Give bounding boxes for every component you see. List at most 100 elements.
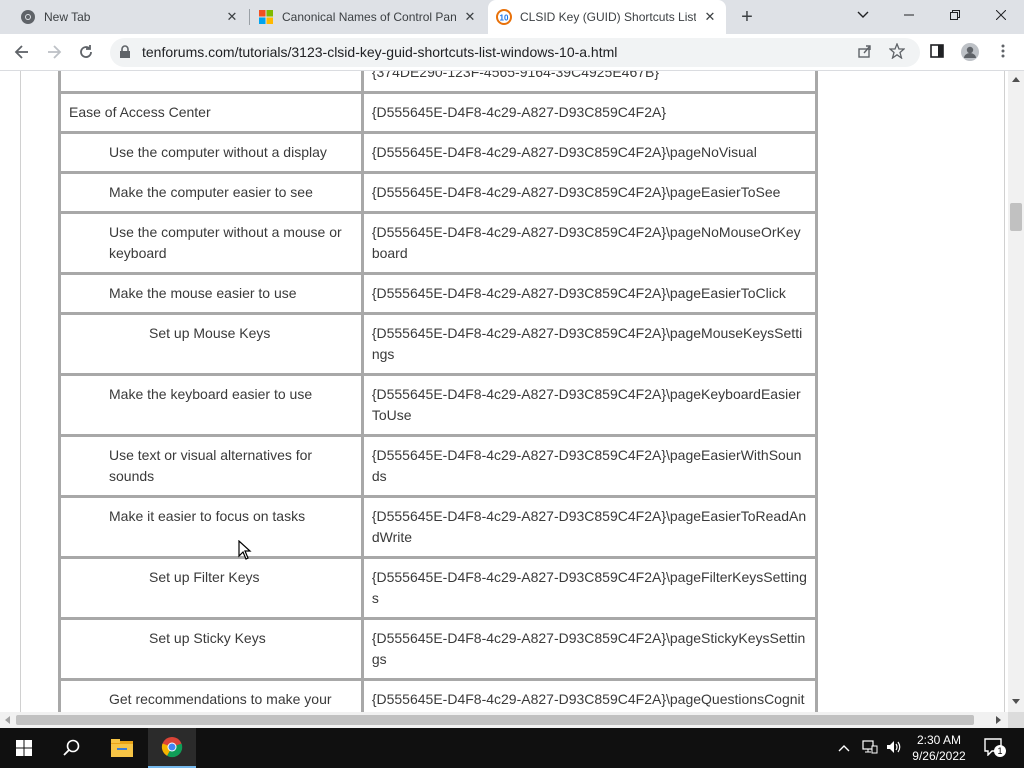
lock-icon[interactable] — [118, 45, 132, 59]
table-row: {374DE290-123F-4565-9164-39C4925E467B} — [58, 71, 819, 94]
mouse-cursor-icon — [238, 540, 252, 560]
table-cell-name: Make it easier to focus on tasks — [58, 495, 364, 559]
horizontal-scrollbar[interactable] — [0, 712, 1008, 728]
scroll-down-arrow-icon[interactable] — [1012, 699, 1020, 704]
page-border-right — [1004, 71, 1005, 712]
table-row: Make it easier to focus on tasks {D55564… — [58, 495, 819, 559]
table-cell-key: {D555645E-D4F8-4c29-A827-D93C859C4F2A}\p… — [360, 495, 819, 559]
folder-icon — [111, 739, 133, 757]
table-row: Get recommendations to make your compute… — [58, 678, 819, 712]
table-row: Make the keyboard easier to use {D555645… — [58, 373, 819, 437]
close-window-button[interactable] — [978, 0, 1024, 30]
tab-clsid-key[interactable]: 10 CLSID Key (GUID) Shortcuts List f ✕ — [488, 0, 726, 34]
clock-date: 9/26/2022 — [912, 749, 966, 763]
table-cell-key: {374DE290-123F-4565-9164-39C4925E467B} — [360, 71, 819, 94]
search-icon — [63, 739, 80, 756]
reload-button[interactable] — [72, 38, 100, 66]
minimize-button[interactable] — [886, 0, 932, 30]
table-row: Set up Sticky Keys {D555645E-D4F8-4c29-A… — [58, 617, 819, 681]
tab-new-tab[interactable]: New Tab ✕ — [12, 0, 248, 34]
chrome-icon — [161, 737, 183, 758]
network-icon[interactable] — [862, 740, 878, 757]
close-tab-icon[interactable]: ✕ — [702, 9, 718, 25]
vertical-scrollbar[interactable] — [1008, 71, 1024, 712]
back-button[interactable] — [8, 38, 36, 66]
scroll-left-arrow-icon[interactable] — [5, 716, 10, 724]
scroll-up-arrow-icon[interactable] — [1012, 77, 1020, 82]
horizontal-scroll-thumb[interactable] — [16, 715, 974, 725]
table-cell-name: Make the keyboard easier to use — [58, 373, 364, 437]
table-cell-name: Ease of Access Center — [58, 91, 364, 134]
table-cell-name: Make the mouse easier to use — [58, 272, 364, 315]
system-clock[interactable]: 2:30 AM 9/26/2022 — [904, 732, 974, 764]
table-cell-name: Use the computer without a mouse or keyb… — [58, 211, 364, 275]
tab-canonical-names[interactable]: Canonical Names of Control Panel ✕ — [250, 0, 486, 34]
table-cell-key: {D555645E-D4F8-4c29-A827-D93C859C4F2A}\p… — [360, 617, 819, 681]
bookmark-star-icon[interactable] — [888, 42, 906, 61]
svg-text:10: 10 — [500, 14, 509, 23]
table-cell-name: Use text or visual alternatives for soun… — [58, 434, 364, 498]
table-cell-key: {D555645E-D4F8-4c29-A827-D93C859C4F2A}\p… — [360, 171, 819, 214]
show-hidden-icons-icon[interactable] — [838, 740, 850, 755]
restore-button[interactable] — [932, 0, 978, 30]
windows-logo-icon — [258, 9, 274, 25]
scrollbar-corner — [1008, 712, 1024, 728]
table-row: Use the computer without a mouse or keyb… — [58, 211, 819, 275]
side-panel-icon[interactable] — [928, 43, 946, 61]
table-cell-key: {D555645E-D4F8-4c29-A827-D93C859C4F2A} — [360, 91, 819, 134]
table-cell-name — [58, 71, 364, 94]
table-cell-key: {D555645E-D4F8-4c29-A827-D93C859C4F2A}\p… — [360, 272, 819, 315]
table-cell-name: Get recommendations to make your compute… — [58, 678, 364, 712]
table-row: Set up Filter Keys {D555645E-D4F8-4c29-A… — [58, 556, 819, 620]
vertical-scroll-thumb[interactable] — [1010, 203, 1022, 231]
table-cell-key: {D555645E-D4F8-4c29-A827-D93C859C4F2A}\p… — [360, 373, 819, 437]
table-row: Ease of Access Center {D555645E-D4F8-4c2… — [58, 91, 819, 134]
volume-icon[interactable] — [886, 740, 902, 757]
table-cell-key: {D555645E-D4F8-4c29-A827-D93C859C4F2A}\p… — [360, 131, 819, 174]
table-row: Use the computer without a display {D555… — [58, 131, 819, 174]
menu-kebab-icon[interactable] — [994, 43, 1012, 61]
tab-title: Canonical Names of Control Panel — [282, 10, 456, 24]
table-row: Use text or visual alternatives for soun… — [58, 434, 819, 498]
table-cell-key: {D555645E-D4F8-4c29-A827-D93C859C4F2A}\p… — [360, 556, 819, 620]
file-explorer-button[interactable] — [98, 728, 146, 768]
forward-button[interactable] — [40, 38, 68, 66]
table-cell-name: Set up Filter Keys — [58, 556, 364, 620]
table-cell-key: {D555645E-D4F8-4c29-A827-D93C859C4F2A}\p… — [360, 312, 819, 376]
clock-time: 2:30 AM — [916, 733, 962, 747]
notification-count-badge: 1 — [994, 745, 1006, 757]
new-tab-button[interactable]: + — [736, 7, 758, 29]
windows-start-icon — [16, 740, 32, 756]
notification-center-button[interactable]: 1 — [984, 738, 1006, 759]
profile-avatar-icon[interactable] — [960, 42, 979, 61]
chrome-icon — [20, 9, 36, 25]
tab-search-icon[interactable] — [840, 0, 886, 30]
table-cell-key: {D555645E-D4F8-4c29-A827-D93C859C4F2A}\p… — [360, 434, 819, 498]
tab-title: New Tab — [44, 10, 91, 24]
tab-strip: New Tab ✕ Canonical Names of Control Pan… — [0, 0, 1024, 34]
url-text[interactable]: tenforums.com/tutorials/3123-clsid-key-g… — [142, 44, 617, 60]
windows-taskbar: 2:30 AM 9/26/2022 1 — [0, 728, 1024, 768]
close-tab-icon[interactable]: ✕ — [224, 9, 240, 25]
tab-title: CLSID Key (GUID) Shortcuts List f — [520, 10, 696, 24]
page-border-left — [20, 71, 21, 712]
scroll-right-arrow-icon[interactable] — [996, 716, 1001, 724]
table-cell-key: {D555645E-D4F8-4c29-A827-D93C859C4F2A}\p… — [360, 678, 819, 712]
page-viewport: {374DE290-123F-4565-9164-39C4925E467B} E… — [0, 71, 1008, 712]
table-cell-name: Make the computer easier to see — [58, 171, 364, 214]
chrome-taskbar-button[interactable] — [148, 728, 196, 768]
search-button[interactable] — [48, 728, 96, 768]
table-cell-name: Use the computer without a display — [58, 131, 364, 174]
browser-toolbar: tenforums.com/tutorials/3123-clsid-key-g… — [0, 34, 1024, 71]
table-cell-name: Set up Mouse Keys — [58, 312, 364, 376]
address-bar[interactable]: tenforums.com/tutorials/3123-clsid-key-g… — [110, 38, 920, 67]
clsid-table: {374DE290-123F-4565-9164-39C4925E467B} E… — [58, 71, 819, 712]
close-tab-icon[interactable]: ✕ — [462, 9, 478, 25]
share-icon[interactable] — [856, 43, 874, 61]
table-cell-name: Set up Sticky Keys — [58, 617, 364, 681]
start-button[interactable] — [0, 728, 48, 768]
table-row: Set up Mouse Keys {D555645E-D4F8-4c29-A8… — [58, 312, 819, 376]
table-cell-key: {D555645E-D4F8-4c29-A827-D93C859C4F2A}\p… — [360, 211, 819, 275]
tenforums-icon: 10 — [496, 9, 512, 25]
table-row: Make the computer easier to see {D555645… — [58, 171, 819, 214]
